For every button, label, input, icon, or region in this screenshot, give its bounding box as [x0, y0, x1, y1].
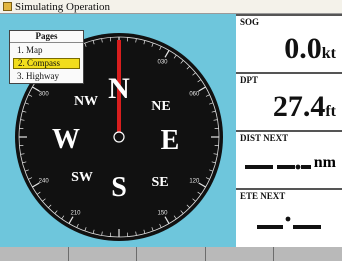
- field-dpt-unit: ft: [325, 103, 336, 120]
- ete-dashes-icon: [257, 216, 321, 229]
- title-bar: Simulating Operation: [0, 0, 342, 14]
- field-dist-next-label: DIST NEXT: [240, 133, 289, 143]
- compass-degree-label: 120: [189, 179, 200, 185]
- compass-degree-label: 030: [157, 60, 168, 66]
- field-sog-label: SOG: [240, 17, 260, 27]
- field-ete-next-value: [241, 208, 336, 238]
- compass-degree-label: 150: [157, 210, 168, 216]
- field-sog-number: 0.0: [284, 32, 322, 65]
- field-dpt-value: 27.4ft: [273, 92, 336, 127]
- compass-label-nw: NW: [74, 94, 98, 109]
- field-sog-value: 0.0kt: [284, 34, 336, 69]
- softkey-2[interactable]: [68, 247, 138, 261]
- field-ete-next[interactable]: ETE NEXT: [236, 188, 342, 247]
- field-ete-next-label: ETE NEXT: [240, 191, 286, 201]
- window-title: Simulating Operation: [15, 1, 111, 13]
- softkey-1[interactable]: [0, 247, 69, 261]
- compass-label-se: SE: [151, 175, 168, 190]
- pages-menu-item-map[interactable]: 1. Map: [13, 45, 80, 56]
- compass-degree-label: 300: [39, 92, 50, 98]
- softkey-4[interactable]: [205, 247, 275, 261]
- field-dist-next[interactable]: DIST NEXT nm: [236, 130, 342, 188]
- softkey-3[interactable]: [137, 247, 206, 261]
- field-dpt-label: DPT: [240, 75, 258, 85]
- softkey-bar: [0, 247, 342, 261]
- compass-degree-label: 060: [189, 92, 200, 98]
- compass-degree-label: 210: [70, 210, 81, 216]
- pages-menu-item-highway[interactable]: 3. Highway: [13, 71, 80, 82]
- app-icon: [3, 2, 12, 11]
- compass-label-w: W: [52, 124, 80, 155]
- field-dist-next-unit: nm: [313, 154, 336, 171]
- data-fields-panel: SOG 0.0kt DPT 27.4ft DIST NEXT nm ETE NE…: [236, 14, 342, 247]
- softkey-5[interactable]: [274, 247, 342, 261]
- compass-degree-label: 240: [39, 179, 50, 185]
- field-sog-unit: kt: [321, 45, 336, 62]
- field-dpt-number: 27.4: [272, 90, 326, 123]
- pages-menu-item-compass[interactable]: 2. Compass: [13, 58, 80, 69]
- field-sog[interactable]: SOG 0.0kt: [236, 14, 342, 72]
- compass-label-n: N: [108, 72, 130, 105]
- field-dist-next-value: nm: [241, 150, 336, 180]
- pages-menu[interactable]: Pages 1. Map 2. Compass 3. Highway: [9, 30, 84, 84]
- compass-label-s: S: [111, 172, 127, 203]
- compass-label-sw: SW: [71, 170, 93, 185]
- compass-label-ne: NE: [151, 99, 170, 114]
- compass-label-e: E: [161, 125, 180, 156]
- compass-page: 030060120150210240300330 N NE E SE S SW …: [0, 14, 234, 247]
- field-dpt[interactable]: DPT 27.4ft: [236, 72, 342, 130]
- pages-menu-header: Pages: [10, 31, 83, 43]
